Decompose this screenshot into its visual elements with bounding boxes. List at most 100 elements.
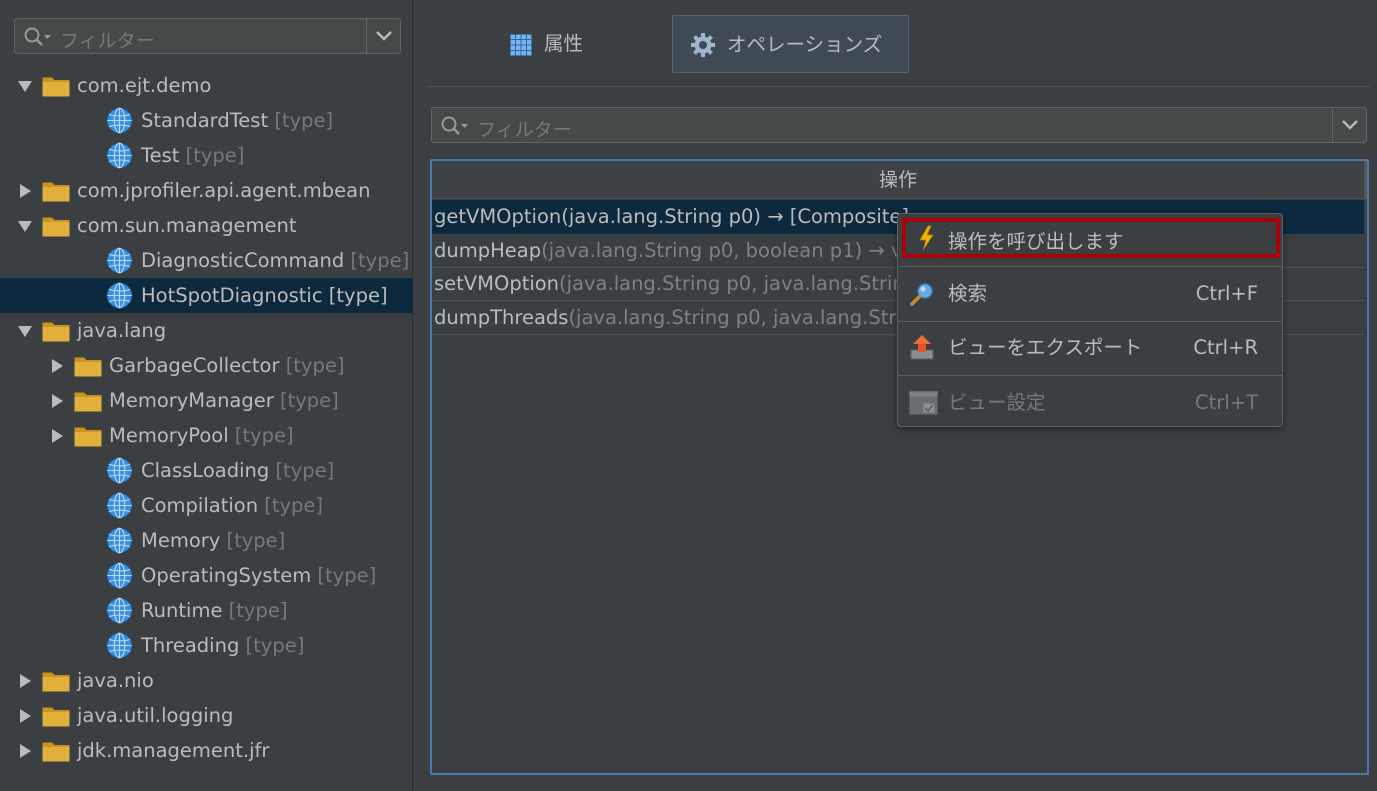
- tree-node-label: GarbageCollector [type]: [109, 348, 344, 383]
- tree-node-label: com.jprofiler.api.agent.mbean: [77, 173, 370, 208]
- collapsed-arrow-icon[interactable]: [49, 394, 65, 408]
- tree-node-label: Threading [type]: [141, 628, 304, 663]
- tree-node[interactable]: java.util.logging: [0, 698, 413, 733]
- menu-item-shortcut: Ctrl+R: [1193, 336, 1258, 359]
- magnifier-icon: [910, 282, 934, 306]
- tree-node[interactable]: Test [type]: [0, 138, 413, 173]
- tree-node[interactable]: GarbageCollector [type]: [0, 348, 413, 383]
- tree-node[interactable]: HotSpotDiagnostic [type]: [0, 278, 413, 313]
- folder-icon: [42, 77, 70, 97]
- folder-icon: [74, 427, 102, 447]
- tree-node[interactable]: java.nio: [0, 663, 413, 698]
- tree-node-label: StandardTest [type]: [141, 103, 333, 138]
- node-name: com.sun.management: [77, 214, 297, 237]
- operation-signature: (java.lang.String p0) → [Composite]: [561, 205, 910, 228]
- node-type: [type]: [226, 529, 286, 552]
- tree-node-label: HotSpotDiagnostic [type]: [141, 278, 388, 313]
- collapsed-arrow-icon[interactable]: [17, 184, 33, 198]
- tree-node[interactable]: jdk.management.jfr: [0, 733, 413, 768]
- node-type: [type]: [228, 599, 288, 622]
- operations-filter-field[interactable]: フィルター: [431, 107, 1367, 143]
- node-type: [type]: [264, 494, 324, 517]
- node-type: [type]: [350, 249, 410, 272]
- tree-node[interactable]: Compilation [type]: [0, 488, 413, 523]
- globe-icon: [106, 247, 133, 274]
- tree-node[interactable]: com.sun.management: [0, 208, 413, 243]
- column-header-operation[interactable]: 操作: [432, 161, 1364, 199]
- tree-node-label: OperatingSystem [type]: [141, 558, 376, 593]
- node-name: StandardTest: [141, 109, 269, 132]
- menu-item-export-view[interactable]: ビューをエクスポート Ctrl+R: [898, 325, 1282, 371]
- node-name: com.jprofiler.api.agent.mbean: [77, 179, 371, 202]
- tab-divider: [426, 86, 1370, 87]
- globe-icon: [106, 457, 133, 484]
- folder-icon: [42, 672, 70, 692]
- tree-node[interactable]: MemoryManager [type]: [0, 383, 413, 418]
- operation-name: dumpThreads: [434, 305, 569, 329]
- menu-item-label: 検索: [948, 282, 988, 305]
- menu-item-invoke-operation[interactable]: 操作を呼び出します: [902, 218, 1280, 258]
- menu-item-shortcut: Ctrl+T: [1195, 391, 1258, 414]
- mbean-tree-panel: フィルター com.ejt.demo StandardTest [type] Tes…: [0, 0, 413, 791]
- tree-node[interactable]: ClassLoading [type]: [0, 453, 413, 488]
- tree-node-label: jdk.management.jfr: [77, 733, 269, 768]
- tree-node[interactable]: com.ejt.demo: [0, 68, 413, 103]
- chevron-down-icon: [376, 31, 392, 41]
- tree-node[interactable]: Runtime [type]: [0, 593, 413, 628]
- globe-icon: [106, 282, 133, 309]
- tree-node[interactable]: Memory [type]: [0, 523, 413, 558]
- folder-icon: [42, 707, 70, 727]
- node-name: HotSpotDiagnostic: [141, 284, 323, 307]
- node-name: java.nio: [77, 669, 154, 692]
- tree-node[interactable]: Threading [type]: [0, 628, 413, 663]
- tab-operations[interactable]: オペレーションズ: [672, 15, 909, 73]
- collapsed-arrow-icon[interactable]: [17, 744, 33, 758]
- folder-icon: [74, 357, 102, 377]
- tree-node[interactable]: java.lang: [0, 313, 413, 348]
- operation-name: getVMOption: [434, 205, 562, 228]
- node-type: [type]: [317, 564, 377, 587]
- expanded-arrow-icon[interactable]: [17, 79, 33, 93]
- gear-icon: [691, 33, 715, 57]
- globe-icon: [106, 562, 133, 589]
- tab-attributes[interactable]: 属性: [498, 15, 608, 73]
- tree-node-label: Compilation [type]: [141, 488, 323, 523]
- node-name: jdk.management.jfr: [77, 739, 270, 762]
- search-icon: [441, 116, 468, 135]
- expanded-arrow-icon[interactable]: [17, 324, 33, 338]
- expanded-arrow-icon[interactable]: [17, 219, 33, 233]
- tree-node[interactable]: MemoryPool [type]: [0, 418, 413, 453]
- operations-filter-dropdown-button[interactable]: [1332, 108, 1366, 142]
- tab-attributes-label: 属性: [544, 32, 584, 55]
- tree-filter-dropdown-button[interactable]: [366, 19, 400, 53]
- collapsed-arrow-icon[interactable]: [17, 674, 33, 688]
- tree-filter-field[interactable]: フィルター: [14, 18, 401, 54]
- menu-item-find[interactable]: 検索 Ctrl+F: [898, 271, 1282, 317]
- globe-icon: [106, 527, 133, 554]
- menu-item-view-settings[interactable]: ビュー設定 Ctrl+T: [898, 380, 1282, 426]
- export-icon: [910, 335, 934, 360]
- tree-node[interactable]: OperatingSystem [type]: [0, 558, 413, 593]
- search-icon: [24, 27, 51, 46]
- collapsed-arrow-icon[interactable]: [17, 709, 33, 723]
- grid-icon: [510, 34, 532, 56]
- tree-node-label: Test [type]: [141, 138, 244, 173]
- node-name: OperatingSystem: [141, 564, 312, 587]
- folder-icon: [42, 182, 70, 202]
- tree-node-label: MemoryPool [type]: [109, 418, 294, 453]
- tree-node[interactable]: DiagnosticCommand [type]: [0, 243, 413, 278]
- tree-node[interactable]: com.jprofiler.api.agent.mbean: [0, 173, 413, 208]
- tree-node-label: DiagnosticCommand [type]: [141, 243, 409, 278]
- node-name: java.lang: [77, 319, 167, 342]
- collapsed-arrow-icon[interactable]: [49, 359, 65, 373]
- node-type: [type]: [285, 354, 345, 377]
- tree-node-label: com.sun.management: [77, 208, 297, 243]
- collapsed-arrow-icon[interactable]: [49, 429, 65, 443]
- node-name: Threading: [141, 634, 240, 657]
- globe-icon: [106, 597, 133, 624]
- tree-filter-placeholder: フィルター: [60, 30, 155, 52]
- menu-item-label: 操作を呼び出します: [948, 230, 1124, 253]
- mbean-tree: com.ejt.demo StandardTest [type] Test [typ…: [0, 68, 413, 768]
- node-name: ClassLoading: [141, 459, 270, 482]
- tree-node[interactable]: StandardTest [type]: [0, 103, 413, 138]
